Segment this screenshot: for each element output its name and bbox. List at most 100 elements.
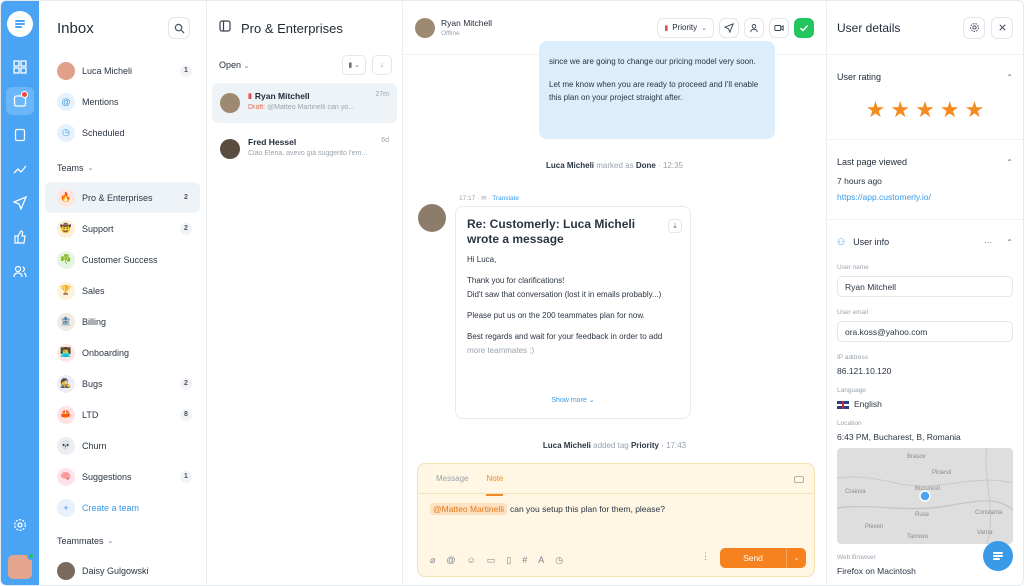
star-icon[interactable]: ★ [965,99,985,121]
count-badge: 1 [180,470,192,483]
app-logo-icon[interactable] [7,11,33,37]
create-team-button[interactable]: + Create a team [45,492,200,523]
team-item[interactable]: 💀 Churn [45,430,200,461]
star-icon[interactable]: ★ [890,99,910,121]
location-map[interactable]: Brasov Ploiesti Craiova Bucuresti Ruse C… [837,448,1013,544]
clock-icon: ◷ [57,123,75,142]
current-user-avatar[interactable] [8,552,35,579]
avatar [415,17,435,38]
dashboard-icon[interactable] [6,53,34,81]
team-item[interactable]: 🦀 LTD 8 [45,399,200,430]
video-icon[interactable] [769,17,789,38]
emoji-icon[interactable]: ☺ [467,555,476,566]
uk-flag-icon [837,400,849,409]
users-icon[interactable] [6,257,34,285]
download-icon[interactable]: ⤓ [668,219,682,233]
settings-icon[interactable] [6,511,34,539]
tab-message[interactable]: Message [436,474,468,493]
star-icon[interactable]: ★ [915,99,935,121]
send-icon[interactable] [719,17,739,38]
count-badge: 1 [180,64,192,77]
event-time: · 17:43 [661,441,687,450]
team-item[interactable]: 🕵️ Bugs 2 [45,368,200,399]
chevron-down-icon[interactable]: ⌄ [786,548,806,568]
conversation-time: 27m [375,91,389,98]
book-icon[interactable] [6,121,34,149]
conversation-time: 6d [381,137,389,144]
user-icon[interactable] [744,17,764,38]
translate-link[interactable]: Translate [492,195,519,202]
support-chat-button[interactable] [983,541,1013,571]
team-item[interactable]: 🧠 Suggestions 1 [45,461,200,492]
conversation-item[interactable]: Fred Hessel Ciao Elena, avevo già sugger… [212,129,397,169]
chevron-up-icon[interactable]: ⌃ [1006,238,1013,247]
team-item[interactable]: ☘️ Customer Success [45,244,200,275]
message-text: Hi Luca, [467,255,497,264]
team-item[interactable]: 🤠 Support 2 [45,213,200,244]
map-city-label: Craiova [845,489,866,495]
team-item[interactable]: 👨‍💻 Onboarding [45,337,200,368]
composer-input[interactable]: @Matteo Martinelli can you setup this pla… [418,494,814,524]
show-more-button[interactable]: Show more ⌄ [456,394,690,408]
last-page-time: 7 hours ago [837,176,882,186]
inbox-icon[interactable] [6,87,34,115]
more-options-icon[interactable]: ⋯ [984,238,992,247]
attachment-icon[interactable]: ⌀ [430,555,435,566]
user-name-field[interactable]: Ryan Mitchell [837,276,1013,297]
article-icon[interactable]: ▯ [506,555,511,566]
field-label: User email [837,309,869,316]
close-icon[interactable] [991,16,1013,39]
teammate-item[interactable]: Daisy Gulgowski [45,555,200,585]
priority-dropdown[interactable]: ▮ Priority ⌄ [657,17,714,38]
thumbs-up-icon[interactable] [6,223,34,251]
mark-done-button[interactable] [794,17,814,38]
at-icon[interactable]: @ [446,555,455,566]
gear-icon[interactable] [963,16,985,39]
event-actor: Luca Micheli [546,161,595,170]
schedule-icon[interactable]: ◷ [555,555,563,566]
star-icon[interactable]: ★ [866,99,886,121]
chevron-up-icon[interactable]: ⌃ [1006,73,1013,82]
team-item[interactable]: 🏦 Billing [45,306,200,337]
draft-label: Draft: [248,104,266,111]
search-icon[interactable] [168,17,190,39]
sidebar-toggle-icon[interactable] [219,19,231,37]
count-badge: 2 [180,222,192,235]
star-icon[interactable]: ★ [940,99,960,121]
system-event: Luca Micheli added tag Priority · 17:43 [403,441,826,450]
user-info-title: User info [853,237,890,247]
field-label: Language [837,387,866,394]
team-item[interactable]: 🏆 Sales [45,275,200,306]
send-button[interactable]: Send ⌄ [720,548,806,568]
tag-filter-button[interactable]: ▮ ⌄ [342,55,366,75]
gif-icon[interactable]: ▭ [487,555,496,566]
star-rating: ★ ★ ★ ★ ★ [837,99,1013,139]
inbox-item-scheduled[interactable]: ◷ Scheduled [45,117,200,148]
inbox-item-mentions[interactable]: @ Mentions [45,86,200,117]
translate-icon[interactable]: A [538,555,544,566]
details-title: User details [837,20,901,35]
status-filter-dropdown[interactable]: Open ⌄ [219,60,249,70]
send-icon[interactable] [6,189,34,217]
inbox-panel: Inbox Luca Micheli 1 @ Mentions ◷ Schedu… [39,1,207,585]
team-item[interactable]: 🔥 Pro & Enterprises 2 [45,182,200,213]
keyboard-icon[interactable] [794,476,804,483]
chevron-up-icon[interactable]: ⌃ [1006,158,1013,167]
message-text: Did't saw that conversation (lost it in … [467,290,662,299]
more-options-icon[interactable]: ⋮ [701,551,710,562]
sort-icon[interactable]: ↓ [372,55,392,75]
user-email-field[interactable]: ora.koss@yahoo.com [837,321,1013,342]
team-title: Pro & Enterprises [241,20,343,36]
conversation-item[interactable]: ▮ Ryan Mitchell Draft: @Matteo Martinelli… [212,83,397,123]
teammates-section-toggle[interactable]: Teammates ⌄ [45,527,200,555]
last-page-link[interactable]: https://app.customerly.io/ [837,192,1013,202]
tab-note[interactable]: Note [486,474,504,496]
hashtag-icon[interactable]: # [522,555,527,566]
trend-icon[interactable] [6,155,34,183]
team-label: Sales [82,285,105,296]
message-text: Thank you for clarifications! [467,276,565,285]
teams-section-toggle[interactable]: Teams ⌄ [45,154,200,182]
message-text: Let me know when you are ready to procee… [549,80,759,102]
inbox-item-luca[interactable]: Luca Micheli 1 [45,55,200,86]
avatar [57,61,75,80]
